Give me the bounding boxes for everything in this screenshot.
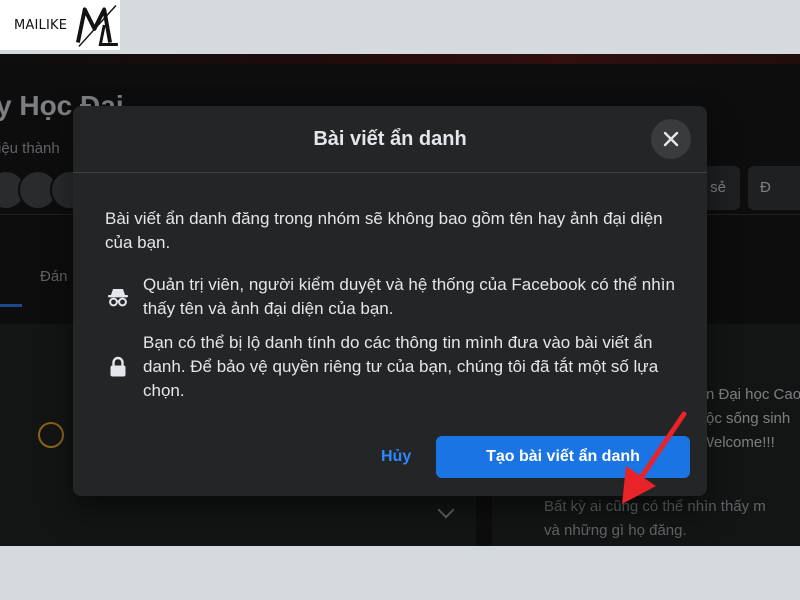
close-button[interactable] (651, 119, 691, 159)
dialog-body: Bài viết ẩn danh đăng trong nhóm sẽ khôn… (73, 207, 707, 403)
intro-text: Bài viết ẩn danh đăng trong nhóm sẽ khôn… (105, 209, 663, 252)
info-row-admins: Quản trị viên, người kiểm duyệt và hệ th… (105, 273, 675, 321)
dialog-header: Bài viết ẩn danh (73, 106, 707, 173)
bottom-margin (0, 546, 800, 600)
info-row-privacy: Bạn có thể bị lộ danh tính do các thông … (105, 331, 675, 403)
facebook-group-screen: y Học Đại iệu thành sẻ Đ Đán n Đại học C… (0, 54, 800, 546)
cancel-button[interactable]: Hủy (367, 436, 425, 478)
watermark-logo: MAILIKE (0, 0, 120, 50)
annotation-arrow-icon (622, 411, 687, 504)
close-icon (663, 131, 679, 147)
ml-logo-icon (76, 5, 119, 47)
info-text-admins: Quản trị viên, người kiểm duyệt và hệ th… (143, 275, 675, 318)
lock-icon (105, 356, 131, 378)
watermark-text: MAILIKE (14, 17, 68, 33)
dialog-title: Bài viết ẩn danh (313, 127, 467, 150)
incognito-icon (105, 287, 131, 307)
info-text-privacy: Bạn có thể bị lộ danh tính do các thông … (143, 333, 659, 400)
